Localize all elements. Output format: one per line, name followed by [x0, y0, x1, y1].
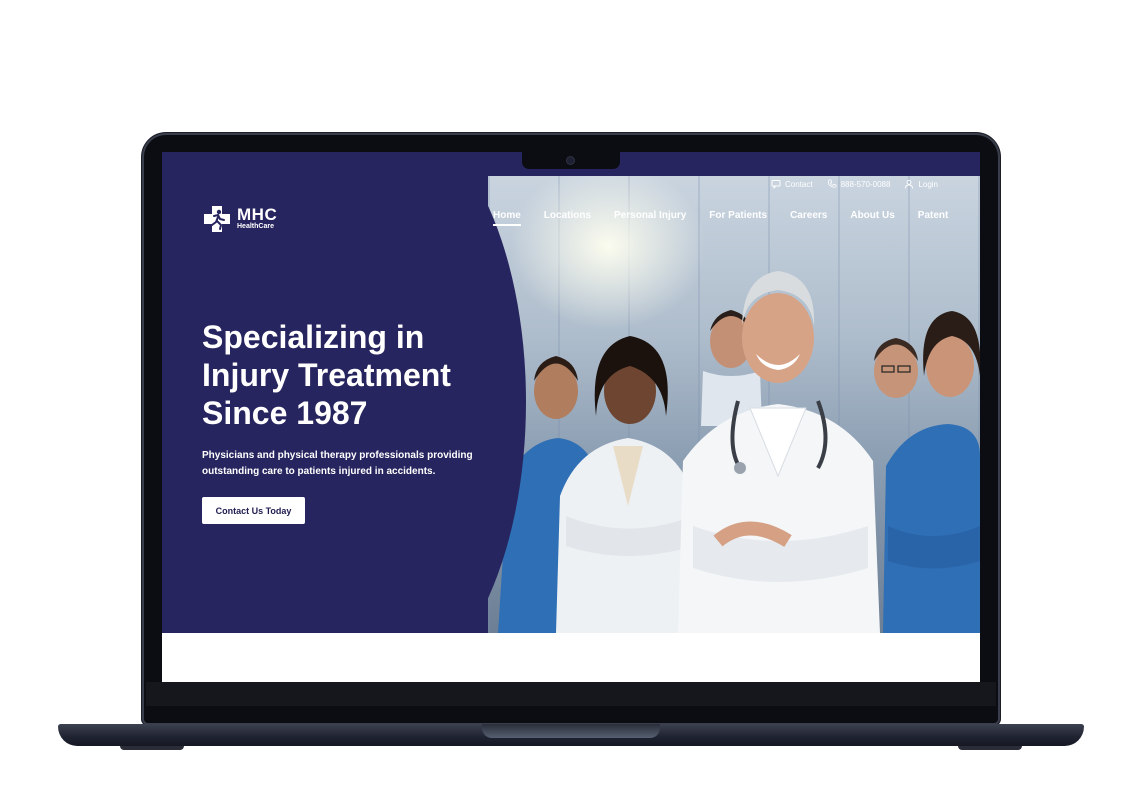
logo-name: MHC	[237, 205, 278, 224]
hero-section: Contact 888-570-0088 Login MHC HealthCar…	[162, 152, 980, 633]
nav-about-us[interactable]: About Us	[850, 210, 894, 226]
main-nav: Home Locations Personal Injury For Patie…	[493, 210, 948, 226]
camera-notch	[522, 152, 620, 169]
nav-patent[interactable]: Patent	[918, 210, 949, 226]
laptop-foot-left	[120, 746, 184, 750]
medical-team-photo	[498, 271, 980, 633]
nav-locations[interactable]: Locations	[544, 210, 591, 226]
site-logo[interactable]: MHC HealthCare	[202, 204, 277, 234]
hero-subtext-line-2: outstanding care to patients injured in …	[202, 466, 436, 477]
hero-heading-line-1: Specializing in	[202, 319, 425, 355]
user-icon	[905, 179, 914, 189]
utility-bar: Contact 888-570-0088 Login	[771, 179, 938, 189]
nav-for-patients[interactable]: For Patients	[709, 210, 767, 226]
contact-link[interactable]: Contact	[771, 179, 813, 189]
logo-subtitle: HealthCare	[237, 223, 274, 230]
nav-personal-injury[interactable]: Personal Injury	[614, 210, 686, 226]
contact-label: Contact	[785, 179, 813, 189]
hero-heading-line-3: Since 1987	[202, 395, 368, 431]
logo-text: MHC HealthCare	[237, 205, 278, 231]
camera-icon	[566, 156, 575, 165]
laptop-foot-right	[958, 746, 1022, 750]
hero-heading-line-2: Injury Treatment	[202, 357, 451, 393]
nav-home[interactable]: Home	[493, 210, 521, 226]
medical-cross-runner-icon	[204, 206, 230, 232]
contact-us-button[interactable]: Contact Us Today	[202, 497, 305, 524]
phone-number: 888-570-0088	[840, 179, 891, 189]
hero-heading: Specializing in Injury Treatment Since 1…	[202, 318, 502, 432]
doctor-center	[678, 271, 880, 633]
login-link[interactable]: Login	[904, 179, 938, 189]
woman-doctor	[556, 336, 698, 633]
phone-icon	[827, 179, 836, 188]
chat-icon	[771, 180, 781, 189]
doctor-glasses	[874, 338, 918, 398]
laptop-opening-notch	[482, 724, 660, 738]
hero-subtext: Physicians and physical therapy professi…	[202, 448, 492, 480]
nav-careers[interactable]: Careers	[790, 210, 827, 226]
phone-link[interactable]: 888-570-0088	[827, 179, 891, 189]
login-label: Login	[918, 179, 938, 189]
laptop-screen: Contact 888-570-0088 Login MHC HealthCar…	[162, 152, 980, 682]
hero-subtext-line-1: Physicians and physical therapy professi…	[202, 450, 473, 461]
screen-bezel-bottom	[146, 682, 996, 706]
